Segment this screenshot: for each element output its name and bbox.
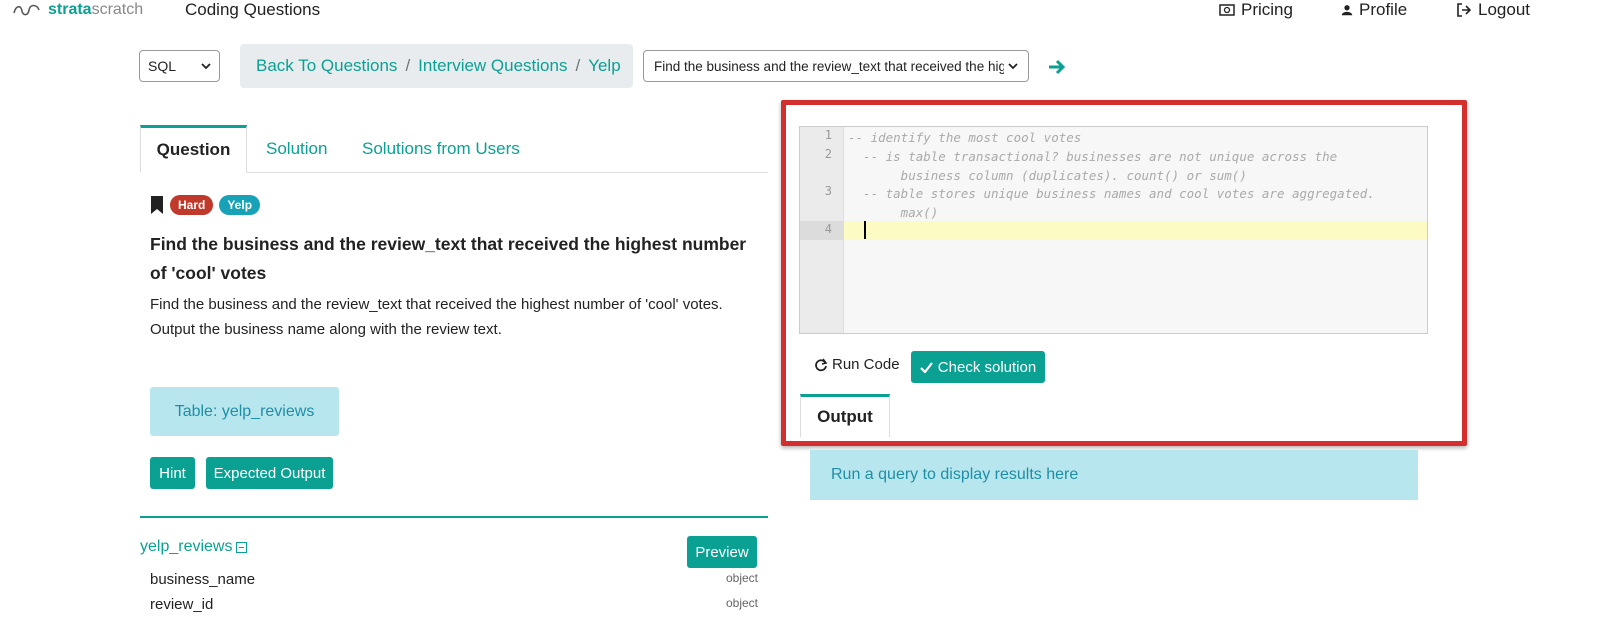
breadcrumb-interview-questions[interactable]: Interview Questions [418, 56, 567, 76]
user-icon [1341, 5, 1353, 16]
column-name: business_name [150, 571, 256, 588]
nav-pricing-label: Pricing [1241, 0, 1293, 19]
breadcrumb-separator: / [405, 56, 411, 75]
tab-solution[interactable]: Solution [266, 125, 327, 173]
tab-question[interactable]: Question [140, 125, 247, 173]
nav-pricing[interactable]: Pricing [1219, 0, 1293, 20]
question-description-line: Output the business name along with the … [150, 321, 502, 338]
question-description: Find the business and the review_text th… [150, 292, 760, 342]
stratascratch-logo[interactable]: stratascratch [12, 0, 143, 20]
language-select-value: SQL [148, 58, 177, 74]
nav-logout[interactable]: Logout [1456, 0, 1530, 20]
difficulty-badge: Hard [170, 195, 214, 215]
schema-column-row: business_name object [150, 571, 758, 588]
column-type: object [725, 596, 758, 610]
breadcrumb-back-to-questions[interactable]: Back To Questions [256, 56, 397, 76]
question-select-value: Find the business and the review_text th… [654, 58, 1004, 74]
collapse-icon [236, 541, 248, 553]
breadcrumb-separator: / [575, 56, 581, 75]
question-select[interactable]: Find the business and the review_text th… [643, 50, 1029, 82]
question-description-line: Find the business and the review_text th… [150, 296, 723, 313]
table-name-box: Table: yelp_reviews [150, 387, 339, 436]
company-badge: Yelp [219, 195, 261, 215]
preview-button[interactable]: Preview [687, 536, 757, 568]
highlight-annotation-frame [781, 100, 1467, 446]
column-type: object [725, 571, 758, 585]
breadcrumb-yelp[interactable]: Yelp [588, 56, 620, 76]
top-navbar: stratascratch Coding Questions Pricing P… [0, 0, 1599, 22]
question-badges: Hard Yelp [150, 195, 261, 215]
language-select[interactable]: SQL [139, 50, 220, 82]
section-divider [140, 516, 768, 518]
expected-output-button[interactable]: Expected Output [206, 457, 333, 489]
question-title: Find the business and the review_text th… [150, 234, 747, 283]
breadcrumb: Back To Questions / Interview Questions … [240, 44, 633, 88]
schema-column-row: review_id object [150, 596, 758, 613]
schema-table-toggle[interactable]: yelp_reviews [140, 538, 248, 556]
money-icon [1219, 4, 1235, 16]
column-name: review_id [150, 596, 214, 613]
schema-table-name: yelp_reviews [140, 538, 233, 555]
chevron-down-icon [1008, 63, 1018, 70]
arrow-right-icon[interactable] [1047, 57, 1067, 77]
question-tabs: Question Solution Solutions from Users [140, 125, 768, 173]
bookmark-icon[interactable] [150, 195, 164, 215]
chevron-down-icon [201, 63, 211, 70]
nav-coding-questions[interactable]: Coding Questions [185, 0, 320, 20]
logo-mark-icon [13, 4, 40, 16]
logo-text: stratascratch [48, 1, 144, 18]
nav-profile[interactable]: Profile [1341, 0, 1407, 20]
hint-button[interactable]: Hint [150, 457, 195, 489]
nav-profile-label: Profile [1359, 0, 1408, 19]
nav-logout-label: Logout [1478, 0, 1530, 19]
output-placeholder: Run a query to display results here [810, 450, 1418, 500]
sign-out-icon [1457, 3, 1472, 17]
tab-solutions-from-users[interactable]: Solutions from Users [362, 125, 520, 173]
nav-coding-questions-label: Coding Questions [185, 0, 321, 19]
